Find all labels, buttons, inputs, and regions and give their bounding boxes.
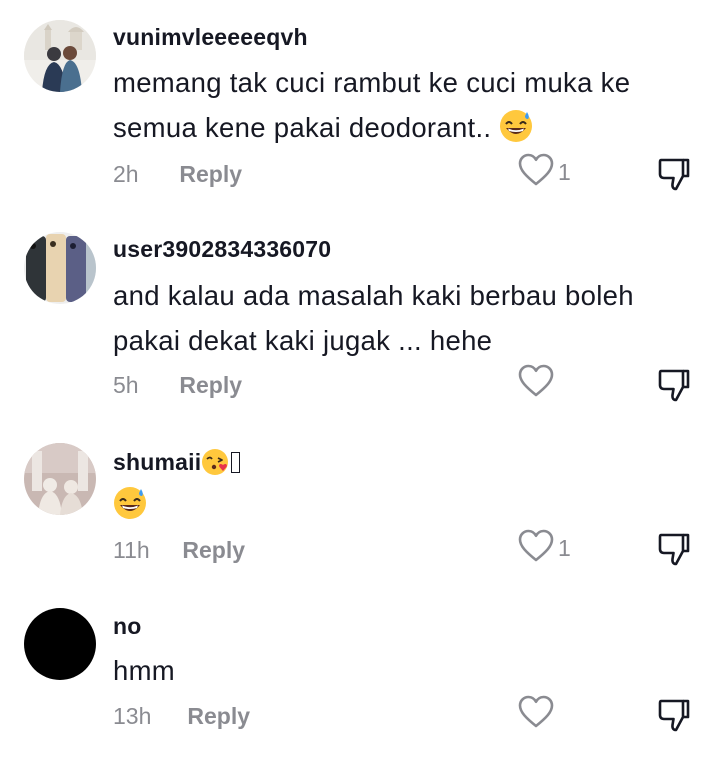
like-button[interactable] bbox=[518, 695, 558, 734]
reply-button[interactable]: Reply bbox=[179, 161, 242, 187]
thumbs-down-outline-icon bbox=[656, 699, 692, 737]
dislike-button[interactable] bbox=[656, 367, 692, 403]
like-button[interactable]: 1 bbox=[518, 153, 571, 192]
timestamp: 13h bbox=[113, 703, 152, 729]
username[interactable]: shumaii bbox=[113, 448, 241, 482]
grinning-sweat-emoji bbox=[113, 486, 147, 533]
comment-meta: 11h Reply bbox=[113, 537, 245, 564]
heart-outline-icon bbox=[518, 529, 554, 568]
like-button[interactable]: 1 bbox=[518, 529, 571, 568]
heart-outline-icon bbox=[518, 695, 554, 734]
heart-outline-icon bbox=[518, 364, 554, 403]
thumbs-down-outline-icon bbox=[656, 158, 692, 196]
username[interactable]: no bbox=[113, 613, 142, 640]
comment-text: and kalau ada masalah kaki berbau boleh … bbox=[113, 280, 634, 356]
username-text: shumaii bbox=[113, 449, 202, 475]
avatar[interactable] bbox=[24, 232, 96, 304]
like-button[interactable] bbox=[518, 364, 558, 403]
comment-text bbox=[113, 482, 703, 533]
comment-text-content: memang tak cuci rambut ke cuci muka ke s… bbox=[113, 67, 631, 143]
username[interactable]: vunimvleeeeeqvh bbox=[113, 24, 308, 51]
like-count: 1 bbox=[558, 158, 571, 185]
kissing-heart-emoji bbox=[201, 448, 229, 482]
timestamp: 11h bbox=[113, 537, 150, 563]
comment-meta: 5h Reply bbox=[113, 372, 242, 399]
reply-button[interactable]: Reply bbox=[179, 372, 242, 398]
avatar[interactable] bbox=[24, 20, 96, 92]
avatar[interactable] bbox=[24, 608, 96, 680]
thumbs-down-outline-icon bbox=[656, 533, 692, 571]
comment-text: hmm bbox=[113, 655, 176, 686]
like-count: 1 bbox=[558, 534, 571, 561]
reply-button[interactable]: Reply bbox=[187, 703, 250, 729]
heart-outline-icon bbox=[518, 153, 554, 192]
grinning-sweat-emoji bbox=[499, 109, 533, 156]
dislike-button[interactable] bbox=[656, 531, 692, 567]
missing-glyph-box bbox=[231, 452, 241, 473]
comment-meta: 2h Reply bbox=[113, 161, 242, 188]
timestamp: 5h bbox=[113, 372, 139, 398]
username[interactable]: user3902834336070 bbox=[113, 236, 331, 263]
comment-meta: 13h Reply bbox=[113, 703, 250, 730]
avatar[interactable] bbox=[24, 443, 96, 515]
thumbs-down-outline-icon bbox=[656, 369, 692, 407]
dislike-button[interactable] bbox=[656, 697, 692, 733]
timestamp: 2h bbox=[113, 161, 139, 187]
dislike-button[interactable] bbox=[656, 156, 692, 192]
reply-button[interactable]: Reply bbox=[182, 537, 245, 563]
comment-text: memang tak cuci rambut ke cuci muka ke s… bbox=[113, 60, 703, 156]
